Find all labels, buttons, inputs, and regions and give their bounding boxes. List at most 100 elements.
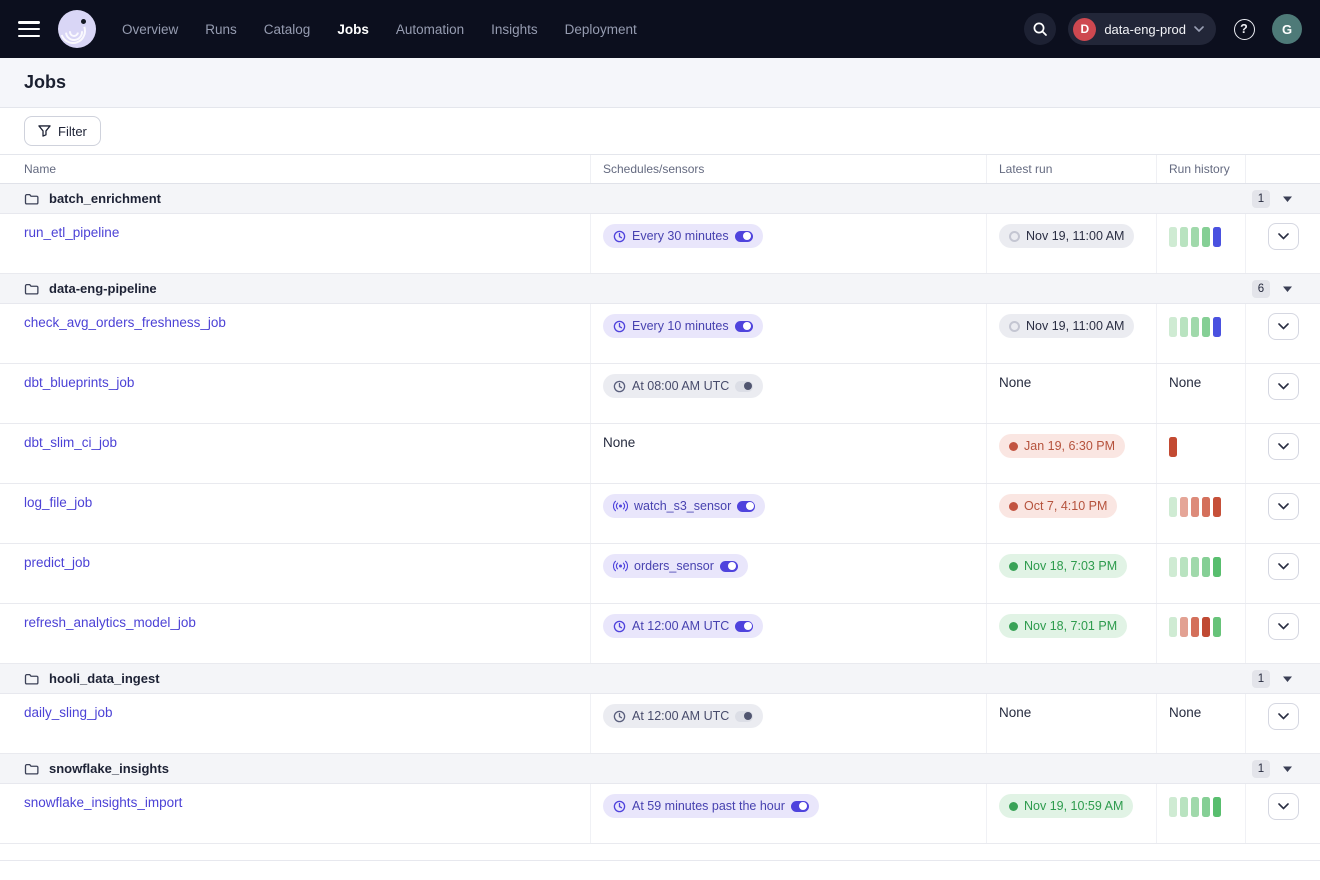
run-history-bar[interactable]	[1180, 557, 1188, 577]
run-history-bar[interactable]	[1213, 617, 1221, 637]
sensor-chip[interactable]: orders_sensor	[603, 554, 748, 578]
run-history-bar[interactable]	[1202, 317, 1210, 337]
run-history-bar[interactable]	[1213, 797, 1221, 817]
toggle-on-icon[interactable]	[735, 621, 753, 632]
row-expand-button[interactable]	[1268, 793, 1299, 820]
clock-icon	[613, 620, 626, 633]
job-link[interactable]: refresh_analytics_model_job	[24, 615, 196, 630]
workspace-switcher[interactable]: D data-eng-prod	[1068, 13, 1216, 45]
row-expand-button[interactable]	[1268, 313, 1299, 340]
run-history-bar[interactable]	[1191, 617, 1199, 637]
row-expand-button[interactable]	[1268, 223, 1299, 250]
run-history-bars[interactable]	[1169, 434, 1235, 457]
toggle-off-icon[interactable]	[735, 381, 753, 392]
run-history-bar[interactable]	[1169, 497, 1177, 517]
schedule-chip[interactable]: At 08:00 AM UTC	[603, 374, 763, 398]
run-history-bar[interactable]	[1213, 557, 1221, 577]
run-history-bar[interactable]	[1169, 227, 1177, 247]
job-link[interactable]: log_file_job	[24, 495, 92, 510]
run-history-bar[interactable]	[1180, 617, 1188, 637]
job-link[interactable]: predict_job	[24, 555, 90, 570]
help-button[interactable]: ?	[1228, 13, 1260, 45]
row-expand-button[interactable]	[1268, 553, 1299, 580]
run-history-bar[interactable]	[1191, 557, 1199, 577]
nav-item-overview[interactable]: Overview	[122, 22, 178, 37]
row-expand-button[interactable]	[1268, 433, 1299, 460]
run-history-bar[interactable]	[1213, 227, 1221, 247]
run-history-bar[interactable]	[1191, 797, 1199, 817]
schedule-chip[interactable]: Every 30 minutes	[603, 224, 763, 248]
toggle-off-icon[interactable]	[735, 711, 753, 722]
schedule-chip[interactable]: At 12:00 AM UTC	[603, 704, 763, 728]
run-history-bar[interactable]	[1202, 557, 1210, 577]
run-history-bar[interactable]	[1169, 437, 1177, 457]
chevron-down-icon	[1278, 563, 1289, 570]
toggle-on-icon[interactable]	[720, 561, 738, 572]
latest-run-chip[interactable]: Nov 19, 11:00 AM	[999, 314, 1134, 338]
run-history-bar[interactable]	[1191, 317, 1199, 337]
run-history-bars[interactable]	[1169, 314, 1235, 337]
avatar[interactable]: G	[1272, 14, 1302, 44]
latest-run-chip[interactable]: Nov 19, 11:00 AM	[999, 224, 1134, 248]
job-link[interactable]: dbt_blueprints_job	[24, 375, 134, 390]
job-link[interactable]: run_etl_pipeline	[24, 225, 119, 240]
latest-run-chip[interactable]: Nov 18, 7:01 PM	[999, 614, 1127, 638]
toggle-on-icon[interactable]	[735, 321, 753, 332]
latest-run-chip[interactable]: Oct 7, 4:10 PM	[999, 494, 1117, 518]
run-history-bar[interactable]	[1169, 557, 1177, 577]
group-collapse-button[interactable]	[1281, 764, 1294, 774]
run-history-bar[interactable]	[1169, 617, 1177, 637]
run-history-bars[interactable]	[1169, 554, 1235, 577]
row-expand-button[interactable]	[1268, 493, 1299, 520]
dagster-logo-icon[interactable]	[58, 10, 96, 48]
run-history-bar[interactable]	[1180, 497, 1188, 517]
run-history-bar[interactable]	[1180, 227, 1188, 247]
latest-run-chip[interactable]: Nov 19, 10:59 AM	[999, 794, 1133, 818]
nav-item-catalog[interactable]: Catalog	[264, 22, 311, 37]
run-history-bar[interactable]	[1169, 797, 1177, 817]
run-history-bar[interactable]	[1169, 317, 1177, 337]
toggle-on-icon[interactable]	[737, 501, 755, 512]
run-history-bars[interactable]	[1169, 224, 1235, 247]
run-history-bar[interactable]	[1202, 497, 1210, 517]
group-collapse-button[interactable]	[1281, 284, 1294, 294]
run-history-bar[interactable]	[1213, 317, 1221, 337]
run-history-bar[interactable]	[1180, 317, 1188, 337]
group-collapse-button[interactable]	[1281, 674, 1294, 684]
schedule-chip[interactable]: At 59 minutes past the hour	[603, 794, 819, 818]
group-name: snowflake_insights	[49, 761, 169, 776]
job-link[interactable]: check_avg_orders_freshness_job	[24, 315, 226, 330]
row-expand-button[interactable]	[1268, 703, 1299, 730]
schedule-chip[interactable]: Every 10 minutes	[603, 314, 763, 338]
nav-item-runs[interactable]: Runs	[205, 22, 237, 37]
search-button[interactable]	[1024, 13, 1056, 45]
menu-icon[interactable]	[18, 21, 40, 37]
run-history-bar[interactable]	[1202, 617, 1210, 637]
filter-button[interactable]: Filter	[24, 116, 101, 146]
job-link[interactable]: daily_sling_job	[24, 705, 113, 720]
run-history-bar[interactable]	[1202, 797, 1210, 817]
run-history-bar[interactable]	[1191, 227, 1199, 247]
run-history-bar[interactable]	[1180, 797, 1188, 817]
run-history-bar[interactable]	[1191, 497, 1199, 517]
run-history-bar[interactable]	[1213, 497, 1221, 517]
group-collapse-button[interactable]	[1281, 194, 1294, 204]
toggle-on-icon[interactable]	[735, 231, 753, 242]
nav-item-jobs[interactable]: Jobs	[337, 22, 369, 37]
job-link[interactable]: snowflake_insights_import	[24, 795, 182, 810]
schedule-chip[interactable]: At 12:00 AM UTC	[603, 614, 763, 638]
run-history-bars[interactable]	[1169, 794, 1235, 817]
nav-item-deployment[interactable]: Deployment	[565, 22, 637, 37]
row-expand-button[interactable]	[1268, 613, 1299, 640]
run-history-bars[interactable]	[1169, 614, 1235, 637]
latest-run-chip[interactable]: Nov 18, 7:03 PM	[999, 554, 1127, 578]
latest-run-chip[interactable]: Jan 19, 6:30 PM	[999, 434, 1125, 458]
nav-item-automation[interactable]: Automation	[396, 22, 464, 37]
row-expand-button[interactable]	[1268, 373, 1299, 400]
toggle-on-icon[interactable]	[791, 801, 809, 812]
job-link[interactable]: dbt_slim_ci_job	[24, 435, 117, 450]
nav-item-insights[interactable]: Insights	[491, 22, 538, 37]
sensor-chip[interactable]: watch_s3_sensor	[603, 494, 765, 518]
run-history-bar[interactable]	[1202, 227, 1210, 247]
run-history-bars[interactable]	[1169, 494, 1235, 517]
